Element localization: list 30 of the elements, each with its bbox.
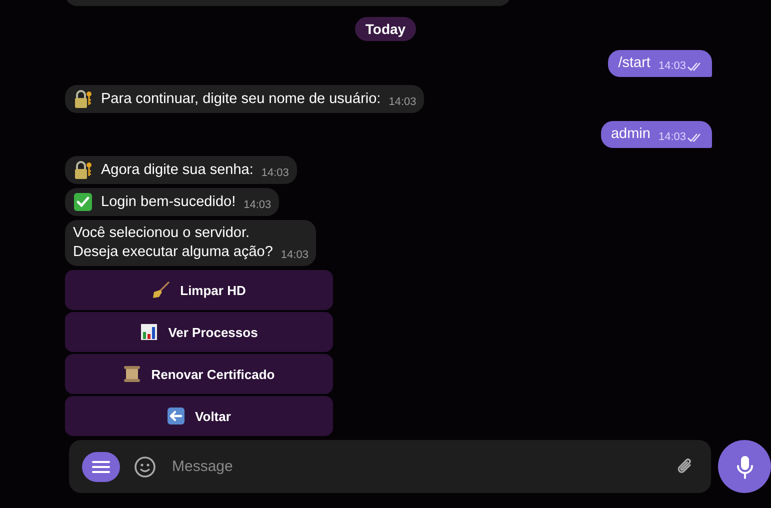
broom-icon — [152, 281, 170, 299]
timestamp: 14:03 — [388, 95, 416, 110]
check-mark-icon — [73, 192, 93, 212]
message-text: admin — [610, 125, 650, 144]
timestamp: 14:03 — [261, 166, 289, 181]
menu-button[interactable] — [82, 452, 120, 482]
date-label: Today — [355, 17, 416, 41]
microphone-icon — [736, 454, 754, 478]
keyboard-button[interactable]: Ver Processos — [65, 312, 333, 352]
message-composer[interactable]: Message — [69, 440, 711, 493]
keyboard-button[interactable]: Limpar HD — [65, 270, 333, 310]
message-text: Você selecionou o servidor. Deseja executar alguma ação? — [73, 224, 273, 262]
timestamp: 14:03 — [658, 59, 686, 74]
smiley-icon[interactable] — [134, 456, 156, 478]
timestamp: 14:03 — [280, 248, 308, 263]
menu-icon — [92, 460, 110, 474]
padlock-key-icon — [73, 89, 93, 109]
message-text: /start — [618, 54, 650, 73]
message-text: Login bem-sucedido! — [101, 192, 236, 212]
keyboard-button[interactable]: Voltar — [65, 396, 333, 436]
padlock-key-icon — [73, 160, 93, 180]
timestamp: 14:03 — [658, 130, 686, 145]
message-text: Para continuar, digite seu nome de usuário: — [101, 90, 381, 108]
bar-chart-icon — [140, 323, 158, 341]
keyboard-button[interactable]: Renovar Certificado — [65, 354, 333, 394]
microphone-button[interactable] — [718, 440, 771, 493]
timestamp: 14:03 — [244, 198, 272, 213]
scroll-icon — [123, 365, 142, 383]
message-text: Agora digite sua senha: — [101, 160, 254, 180]
message-input[interactable]: Message — [170, 457, 661, 476]
